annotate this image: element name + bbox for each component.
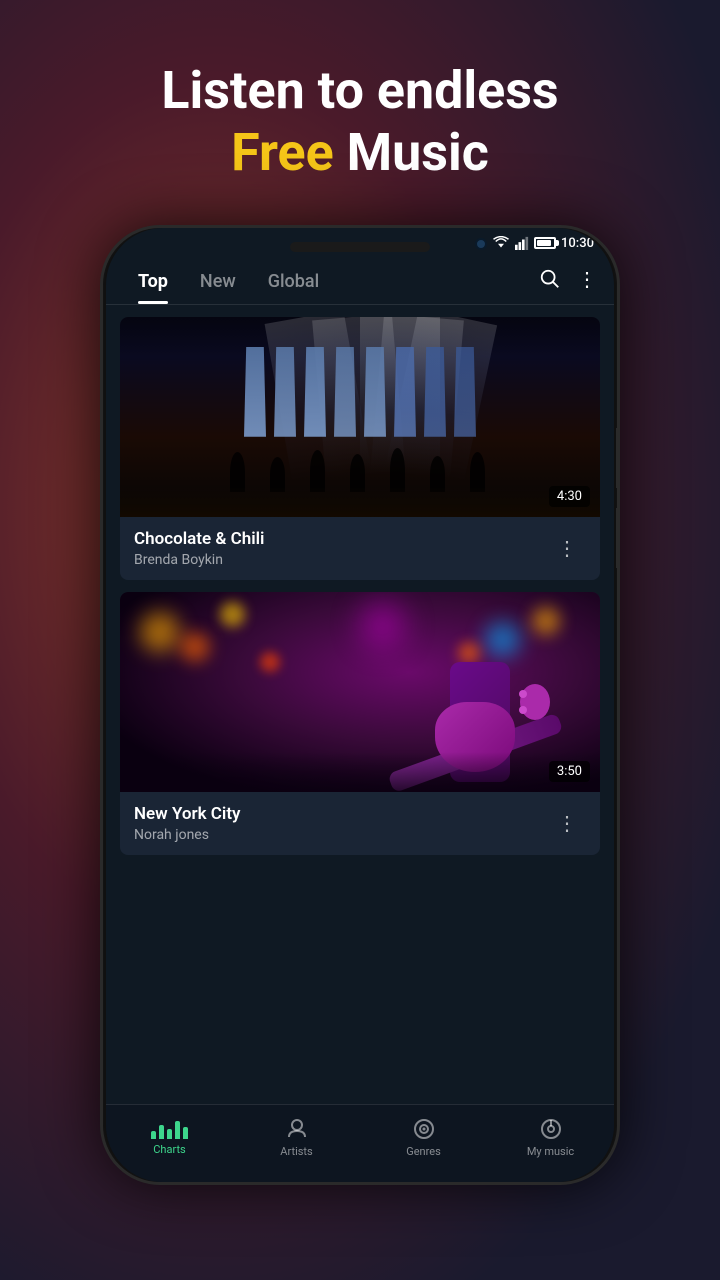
status-icons: 10:30 bbox=[492, 236, 594, 251]
duration-badge-2: 3:50 bbox=[549, 761, 590, 782]
nav-label-mymusic: My music bbox=[527, 1145, 574, 1158]
song-artist-2: Norah jones bbox=[134, 827, 549, 843]
tab-new[interactable]: New bbox=[184, 263, 252, 304]
phone-volume-button bbox=[616, 428, 620, 488]
hero-section: Listen to endless Free Music bbox=[141, 0, 578, 215]
bottom-navigation: Charts Artists Genres bbox=[106, 1104, 614, 1182]
nav-item-mymusic[interactable]: My music bbox=[487, 1113, 614, 1162]
search-icon[interactable] bbox=[539, 268, 561, 290]
song-more-button-2[interactable]: ⋮ bbox=[549, 807, 586, 839]
nav-label-artists: Artists bbox=[280, 1145, 312, 1158]
hero-line1: Listen to endless bbox=[161, 60, 558, 122]
song-card-1: 4:30 Chocolate & Chili Brenda Boykin ⋮ bbox=[120, 317, 600, 580]
nav-item-genres[interactable]: Genres bbox=[360, 1113, 487, 1162]
duration-badge-1: 4:30 bbox=[549, 486, 590, 507]
wifi-icon bbox=[492, 236, 510, 250]
content-area: 4:30 Chocolate & Chili Brenda Boykin ⋮ bbox=[106, 305, 614, 1104]
mymusic-icon bbox=[539, 1117, 563, 1141]
charts-icon bbox=[151, 1117, 188, 1139]
song-title-2: New York City bbox=[134, 804, 549, 824]
concert-image-2 bbox=[120, 592, 600, 792]
nav-label-charts: Charts bbox=[153, 1143, 185, 1156]
signal-icon bbox=[515, 236, 529, 250]
song-card-2: 3:50 New York City Norah jones ⋮ bbox=[120, 592, 600, 855]
hero-free-word: Free bbox=[231, 122, 334, 183]
phone-power-button bbox=[616, 508, 620, 568]
battery-icon bbox=[534, 237, 556, 249]
song-text-1: Chocolate & Chili Brenda Boykin bbox=[134, 529, 549, 568]
song-thumbnail-1: 4:30 bbox=[120, 317, 600, 517]
song-info-2: New York City Norah jones ⋮ bbox=[120, 792, 600, 855]
tab-actions: ⋮ bbox=[539, 267, 598, 299]
phone-notch bbox=[290, 242, 430, 252]
hero-line2: Music bbox=[347, 122, 489, 183]
tab-global[interactable]: Global bbox=[252, 263, 335, 304]
more-icon[interactable]: ⋮ bbox=[577, 267, 598, 291]
nav-label-genres: Genres bbox=[406, 1145, 441, 1158]
status-time: 10:30 bbox=[561, 236, 594, 251]
song-more-button-1[interactable]: ⋮ bbox=[549, 532, 586, 564]
phone-mockup: 10:30 Top New Global bbox=[100, 225, 620, 1185]
nav-item-artists[interactable]: Artists bbox=[233, 1113, 360, 1162]
tab-top[interactable]: Top bbox=[122, 263, 184, 304]
song-text-2: New York City Norah jones bbox=[134, 804, 549, 843]
concert-image-1 bbox=[120, 317, 600, 517]
song-info-1: Chocolate & Chili Brenda Boykin ⋮ bbox=[120, 517, 600, 580]
artists-icon bbox=[285, 1117, 309, 1141]
tab-navigation: Top New Global ⋮ bbox=[106, 255, 614, 305]
genres-icon bbox=[412, 1117, 436, 1141]
song-title-1: Chocolate & Chili bbox=[134, 529, 549, 549]
phone-screen: 10:30 Top New Global bbox=[106, 228, 614, 1182]
phone-frame: 10:30 Top New Global bbox=[100, 225, 620, 1185]
song-artist-1: Brenda Boykin bbox=[134, 552, 549, 568]
song-thumbnail-2: 3:50 bbox=[120, 592, 600, 792]
led-panels bbox=[244, 347, 476, 437]
phone-camera bbox=[475, 238, 487, 250]
nav-item-charts[interactable]: Charts bbox=[106, 1113, 233, 1162]
